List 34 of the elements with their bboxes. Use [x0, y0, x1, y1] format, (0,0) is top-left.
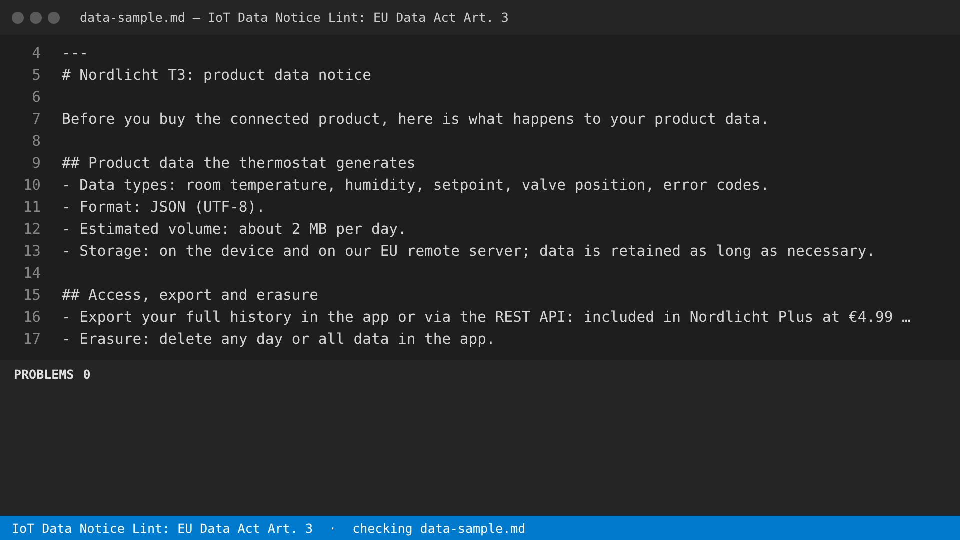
window-title: data-sample.md — IoT Data Notice Lint: EU Data Act Art. 3: [80, 10, 509, 25]
problems-tab[interactable]: PROBLEMS: [14, 367, 74, 382]
window-control-icon[interactable]: [12, 12, 24, 24]
code-line: - Storage: on the device and on our EU remote server; data is retained as long as necessary.: [62, 242, 876, 260]
code-line: # Nordlicht T3: product data notice: [62, 66, 372, 84]
code-line: ## Product data the thermostat generates: [62, 154, 416, 172]
line-number: 13: [22, 242, 41, 260]
code-line: Before you buy the connected product, here is what happens to your product data.: [62, 110, 770, 128]
code-line: - Format: JSON (UTF-8).: [62, 198, 266, 216]
line-number: 10: [22, 176, 41, 194]
line-number: 14: [22, 264, 41, 282]
status-text: ·: [329, 520, 337, 536]
code-line: - Estimated volume: about 2 MB per day.: [62, 220, 407, 238]
line-number: 17: [22, 330, 41, 348]
status-text: checking data-sample.md: [352, 520, 526, 536]
line-number: 12: [22, 220, 41, 238]
line-number: 7: [31, 110, 41, 128]
line-number: 5: [31, 66, 41, 84]
line-number: 16: [22, 308, 41, 326]
code-line: - Erasure: delete any day or all data in the app.: [62, 330, 496, 348]
line-number: 4: [31, 44, 41, 62]
code-line: ---: [62, 44, 89, 62]
window-control-icon[interactable]: [48, 12, 60, 24]
code-line: - Export your full history in the app or via the REST API: included in Nordlicht Plus at €4.99 …: [62, 308, 911, 326]
line-number: 15: [22, 286, 41, 304]
problems-count: 0: [83, 367, 91, 382]
line-number: 9: [31, 154, 41, 172]
line-number: 11: [22, 198, 41, 216]
code-line: ## Access, export and erasure: [62, 286, 318, 304]
status-text: IoT Data Notice Lint: EU Data Act Art. 3: [12, 520, 314, 536]
line-number: 6: [31, 88, 41, 106]
code-line: - Data types: room temperature, humidity, setpoint, valve position, error codes.: [62, 176, 770, 194]
line-number: 8: [31, 132, 41, 150]
window-control-icon[interactable]: [30, 12, 42, 24]
